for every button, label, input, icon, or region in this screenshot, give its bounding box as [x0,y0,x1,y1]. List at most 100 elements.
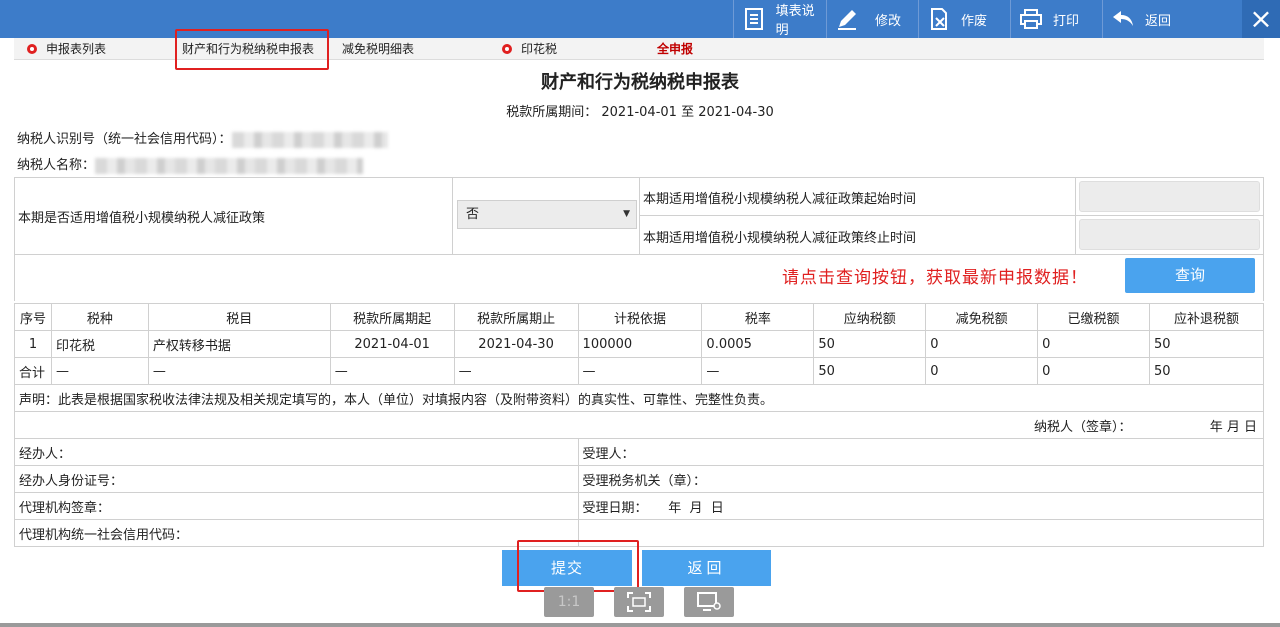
row-cell: — [453,357,579,385]
taxpayer-sign-row: 纳税人（签章）： 年 月 日 [14,411,1264,439]
return-button[interactable]: 返回 [1102,0,1242,38]
declaration-text: 声明：此表是根据国家税收法律法规及相关规定填写的，本人（单位）对填报内容（及附带… [14,384,1264,412]
highlight-box-tab [175,29,329,70]
handler-row: 经办人： 受理人： [14,438,1265,466]
back-arrow-icon [1111,7,1135,31]
table-row: 1 印花税 产权转移书据 2021-04-01 2021-04-30 10000… [14,330,1265,358]
taxpayer-sign-date: 年 月 日 [1209,419,1257,435]
back-button[interactable]: 返回 [642,550,771,586]
policy-select-value: 否 [466,207,480,222]
monitor-crop-icon [697,592,721,611]
tax-office-label: 受理税务机关（章）： [577,465,1265,493]
header-cell: 序号 [14,303,52,331]
query-button[interactable]: 查询 [1125,258,1255,293]
row-cell: 2021-04-01 [329,330,455,358]
row-cell: — [701,357,815,385]
tab-full-declaration[interactable]: 全申报 [657,38,693,60]
row-cell: — [50,357,149,385]
handler-id-label: 经办人身份证号： [14,465,579,493]
tab-relief-detail[interactable]: 减免税明细表 [342,38,414,60]
void-document-icon [927,7,951,31]
screenshot-button[interactable] [684,587,734,617]
policy-end-date-input[interactable] [1079,219,1260,250]
row-cell: — [147,357,331,385]
policy-select[interactable]: 否 ▼ [457,200,637,229]
row-cell: 1 [14,330,52,358]
row-cell: 0 [1037,330,1150,358]
header-cell: 应纳税额 [813,303,927,331]
grid-line [1075,177,1076,254]
taxpayer-sign-cell: 纳税人（签章）： 年 月 日 [14,411,1264,439]
tab-report-list[interactable]: 申报表列表 [26,38,106,60]
table-total-row: 合计 — — — — — — 50 0 0 50 [14,357,1265,385]
void-label: 作废 [961,13,988,29]
taxpayer-id-row: 纳税人识别号（统一社会信用代码）： [17,128,388,148]
row-cell: 50 [1148,357,1265,385]
policy-question-label: 本期是否适用增值税小规模纳税人减征政策 [18,211,266,226]
handler-id-row: 经办人身份证号： 受理税务机关（章）： [14,465,1265,493]
highlight-box-submit [517,540,639,592]
gear-red-icon [27,44,37,54]
page-title: 财产和行为税纳税申报表 [541,72,739,93]
header-cell: 税目 [147,303,331,331]
fill-guide-button[interactable]: 填表说明 [733,0,827,38]
tab-stamp-tax-label: 印花税 [521,42,558,56]
fit-screen-button[interactable] [614,587,664,617]
edit-label: 修改 [875,13,902,29]
grid-line [639,215,1264,216]
grid-line [639,177,640,254]
document-icon [742,7,766,31]
gear-red-icon [502,44,512,54]
row-cell: 50 [813,330,927,358]
accept-date-label: 受理日期： 年 月 日 [577,492,1265,520]
receiver-label: 受理人： [577,438,1265,466]
tab-stamp-tax[interactable]: 印花税 [501,38,557,60]
dropdown-arrow-icon: ▼ [623,209,630,219]
row-cell: 100000 [577,330,703,358]
agency-sign-row: 代理机构签章： 受理日期： 年 月 日 [14,492,1265,520]
tax-table: 序号 税种 税目 税款所属期起 税款所属期止 计税依据 税率 应纳税额 减免税额… [14,303,1265,547]
tax-period: 税款所属期间： 2021-04-01 至 2021-04-30 [506,105,774,120]
edit-button[interactable]: 修改 [826,0,919,38]
row-cell: 0 [1037,357,1150,385]
close-button[interactable]: × [1242,0,1280,38]
row-cell: 0.0005 [701,330,815,358]
header-cell: 已缴税额 [1037,303,1150,331]
policy-start-label: 本期适用增值税小规模纳税人减征政策起始时间 [643,192,917,207]
fill-guide-label: 填表说明 [775,4,815,38]
tab-report-list-label: 申报表列表 [46,42,107,56]
print-label: 打印 [1053,13,1080,29]
actual-size-button[interactable]: 1:1 [544,587,594,617]
row-cell: — [577,357,703,385]
header-cell: 税种 [50,303,149,331]
handler-label: 经办人： [14,438,579,466]
tab-full-declaration-label: 全申报 [657,42,694,56]
header-cell: 税款所属期起 [329,303,455,331]
policy-end-label: 本期适用增值税小规模纳税人减征政策终止时间 [643,231,917,246]
header-cell: 减免税额 [925,303,1039,331]
header-cell: 应补退税额 [1148,303,1265,331]
taxpayer-id-redacted [231,131,388,148]
row-cell: 2021-04-30 [453,330,579,358]
tab-relief-detail-label: 减免税明细表 [342,42,415,56]
row-cell: 0 [925,357,1039,385]
row-cell: 50 [813,357,927,385]
return-label: 返回 [1145,13,1172,29]
empty-cell [577,519,1265,547]
row-cell: 印花税 [50,330,149,358]
taxpayer-name-label: 纳税人名称： [17,158,96,173]
table-header-row: 序号 税种 税目 税款所属期起 税款所属期止 计税依据 税率 应纳税额 减免税额… [14,303,1265,331]
agency-sign-label: 代理机构签章： [14,492,579,520]
grid-line [1263,177,1264,301]
declaration-row: 声明：此表是根据国家税收法律法规及相关规定填写的，本人（单位）对填报内容（及附带… [14,384,1264,412]
void-button[interactable]: 作废 [918,0,1011,38]
policy-start-date-input[interactable] [1079,181,1260,212]
taxpayer-name-redacted [95,157,364,174]
query-notice: 请点击查询按钮，获取最新申报数据！ [782,268,1088,288]
agency-code-label: 代理机构统一社会信用代码： [14,519,579,547]
printer-icon [1019,7,1043,31]
taxpayer-sign-label: 纳税人（签章）： [1033,419,1132,435]
agency-code-row: 代理机构统一社会信用代码： [14,519,1265,547]
print-button[interactable]: 打印 [1010,0,1103,38]
grid-line [14,254,1264,255]
